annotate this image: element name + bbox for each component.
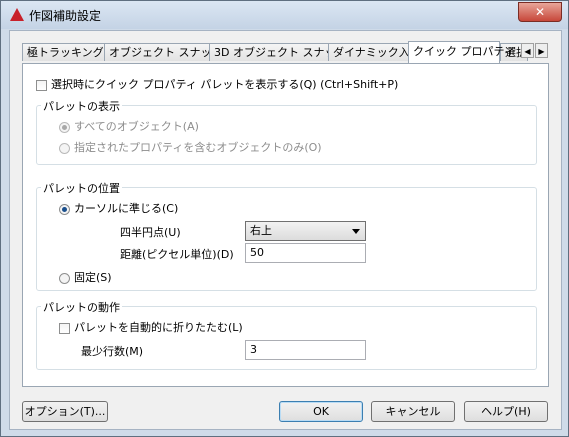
static-label: 固定(S) [74, 271, 112, 284]
only-with-props-radio-row[interactable]: 指定されたプロパティを含むオブジェクトのみ(O) [59, 141, 322, 155]
all-objects-label: すべてのオブジェクト(A) [74, 120, 199, 133]
all-objects-radio-row[interactable]: すべてのオブジェクト(A) [59, 120, 199, 134]
tab-scroll-left-icon[interactable]: ◀ [521, 43, 534, 58]
static-radio[interactable] [59, 272, 70, 284]
auto-collapse-checkbox-row[interactable]: パレットを自動的に折りたたむ(L) [59, 321, 243, 335]
chevron-down-icon [352, 229, 360, 234]
show-qp-checkbox-row[interactable]: 選択時にクイック プロパティ パレットを表示する(Q) (Ctrl+Shift+… [36, 78, 398, 92]
dialog-window: 作図補助設定 ✕ 極トラッキング オブジェクト スナップ 3D オブジェクト ス… [0, 0, 569, 437]
palette-location-group: パレットの位置 カーソルに準じる(C) 四半円点(U) 右上 距離(ピクセル単位… [36, 180, 537, 291]
tab-object-snap[interactable]: オブジェクト スナップ [104, 43, 223, 61]
all-objects-radio[interactable] [59, 121, 70, 133]
min-rows-input[interactable]: 3 [245, 340, 366, 360]
options-button[interactable]: オプション(T)... [22, 401, 108, 422]
cursor-dependent-radio[interactable] [59, 203, 70, 215]
autocad-logo-icon [10, 8, 24, 21]
window-title: 作図補助設定 [29, 9, 102, 23]
tab-3d-object-snap[interactable]: 3D オブジェクト スナップ [209, 43, 346, 61]
distance-input[interactable]: 50 [245, 243, 366, 263]
show-qp-label: 選択時にクイック プロパティ パレットを表示する(Q) (Ctrl+Shift+… [51, 78, 399, 91]
tab-dynamic-input[interactable]: ダイナミック入力 [328, 43, 421, 61]
auto-collapse-label: パレットを自動的に折りたたむ(L) [74, 321, 243, 334]
palette-location-legend: パレットの位置 [41, 180, 122, 196]
quick-properties-panel: 選択時にクイック プロパティ パレットを表示する(Q) (Ctrl+Shift+… [22, 63, 549, 387]
dialog-client-area: 極トラッキング オブジェクト スナップ 3D オブジェクト スナップ ダイナミッ… [9, 30, 562, 430]
quadrant-dropdown[interactable]: 右上 [245, 221, 366, 241]
ok-button[interactable]: OK [279, 401, 363, 422]
palette-display-legend: パレットの表示 [41, 98, 122, 114]
palette-behavior-group: パレットの動作 パレットを自動的に折りたたむ(L) 最少行数(M) 3 [36, 299, 537, 370]
cancel-button[interactable]: キャンセル [371, 401, 455, 422]
tab-polar-tracking[interactable]: 極トラッキング [22, 43, 105, 61]
cursor-dependent-label: カーソルに準じる(C) [74, 202, 179, 215]
help-button[interactable]: ヘルプ(H) [464, 401, 548, 422]
close-button[interactable]: ✕ [518, 2, 562, 22]
only-with-props-radio[interactable] [59, 142, 70, 154]
min-rows-label: 最少行数(M) [81, 345, 144, 358]
distance-label: 距離(ピクセル単位)(D) [120, 248, 234, 261]
only-with-props-label: 指定されたプロパティを含むオブジェクトのみ(O) [74, 141, 322, 154]
show-qp-checkbox[interactable] [36, 79, 47, 91]
tab-quick-properties[interactable]: クイック プロパティ [408, 41, 515, 63]
palette-display-group: パレットの表示 すべてのオブジェクト(A) 指定されたプロパティを含むオブジェク… [36, 98, 537, 165]
static-radio-row[interactable]: 固定(S) [59, 271, 112, 285]
palette-behavior-legend: パレットの動作 [41, 299, 122, 315]
cursor-dependent-radio-row[interactable]: カーソルに準じる(C) [59, 202, 178, 216]
title-bar[interactable]: 作図補助設定 ✕ [1, 1, 568, 29]
quadrant-value: 右上 [250, 224, 272, 237]
auto-collapse-checkbox[interactable] [59, 322, 70, 334]
quadrant-label: 四半円点(U) [120, 226, 181, 239]
tab-scroll-right-icon[interactable]: ▶ [535, 43, 548, 58]
